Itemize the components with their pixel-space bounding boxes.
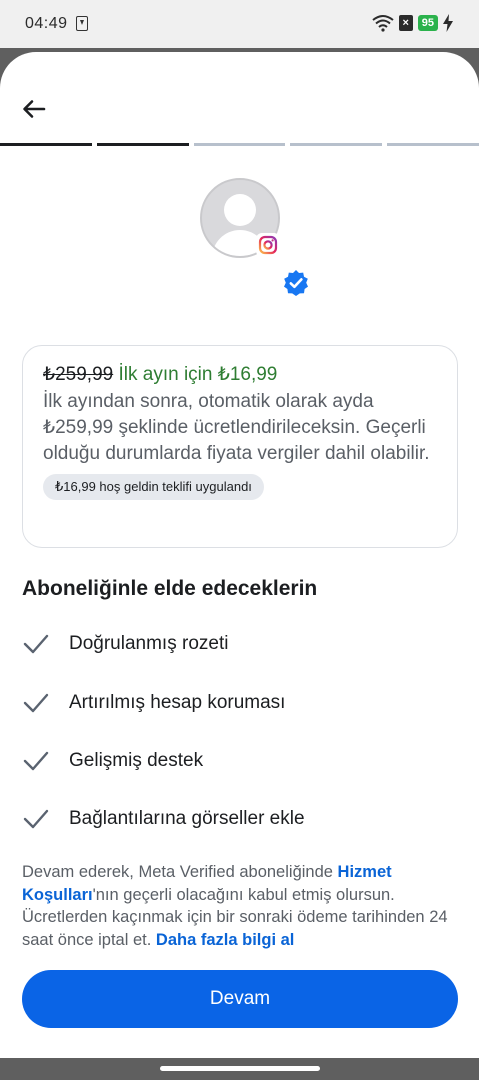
old-price: ₺259,99 bbox=[43, 364, 114, 385]
check-icon bbox=[23, 634, 49, 654]
no-sim-icon: × bbox=[398, 15, 413, 31]
benefit-label: Gelişmiş destek bbox=[69, 750, 204, 771]
promo-price: İlk ayın için ₺16,99 bbox=[118, 364, 278, 385]
profile-avatar bbox=[200, 178, 280, 258]
progress-step bbox=[193, 143, 286, 146]
benefit-item: Bağlantılarına görseller ekle bbox=[22, 804, 305, 834]
price-line: ₺259,99 İlk ayın için ₺16,99 bbox=[43, 361, 437, 389]
benefit-label: Doğrulanmış rozeti bbox=[69, 633, 229, 654]
check-icon bbox=[23, 809, 49, 829]
check-icon bbox=[23, 751, 49, 771]
benefit-label: Artırılmış hesap koruması bbox=[69, 692, 286, 713]
benefit-label: Bağlantılarına görseller ekle bbox=[69, 808, 305, 829]
avatar-head bbox=[224, 194, 256, 226]
status-time: 04:49 bbox=[25, 15, 68, 32]
benefit-item: Artırılmış hesap koruması bbox=[22, 688, 285, 718]
wifi-icon bbox=[372, 15, 394, 32]
progress-step bbox=[290, 143, 383, 146]
offer-card: ₺259,99 İlk ayın için ₺16,99 İlk ayından… bbox=[22, 345, 458, 548]
benefit-item: Gelişmiş destek bbox=[22, 746, 203, 776]
status-icons: × 95 bbox=[372, 14, 453, 32]
progress-step bbox=[96, 143, 189, 146]
progress-step bbox=[387, 143, 479, 146]
check-icon bbox=[23, 693, 49, 713]
learn-more-link[interactable]: Daha fazla bilgi al bbox=[156, 931, 294, 949]
subscription-sheet: ₺259,99 İlk ayın için ₺16,99 İlk ayından… bbox=[0, 52, 479, 1058]
charging-icon bbox=[443, 14, 453, 32]
back-button[interactable] bbox=[16, 94, 52, 124]
offer-description: İlk ayından sonra, otomatik olarak ayda … bbox=[43, 391, 430, 464]
progress-step bbox=[0, 143, 92, 146]
status-bar: 04:49 × 95 bbox=[0, 0, 479, 48]
download-icon bbox=[76, 16, 88, 31]
battery-indicator: 95 bbox=[417, 15, 438, 31]
instagram-icon bbox=[256, 233, 280, 257]
continue-button[interactable]: Devam bbox=[22, 970, 458, 1028]
benefits-title: Aboneliğinle elde edeceklerin bbox=[22, 577, 318, 600]
home-indicator[interactable] bbox=[160, 1066, 320, 1071]
step-progress bbox=[0, 143, 479, 146]
verified-badge-icon bbox=[284, 270, 308, 296]
welcome-offer-chip: ₺16,99 hoş geldin teklifi uygulandı bbox=[43, 474, 264, 500]
benefit-item: Doğrulanmış rozeti bbox=[22, 629, 228, 659]
terms-text: Devam ederek, Meta Verified aboneliğinde… bbox=[22, 861, 462, 951]
terms-part-1: Devam ederek, Meta Verified aboneliğinde bbox=[22, 863, 338, 881]
arrow-left-icon bbox=[23, 100, 46, 118]
